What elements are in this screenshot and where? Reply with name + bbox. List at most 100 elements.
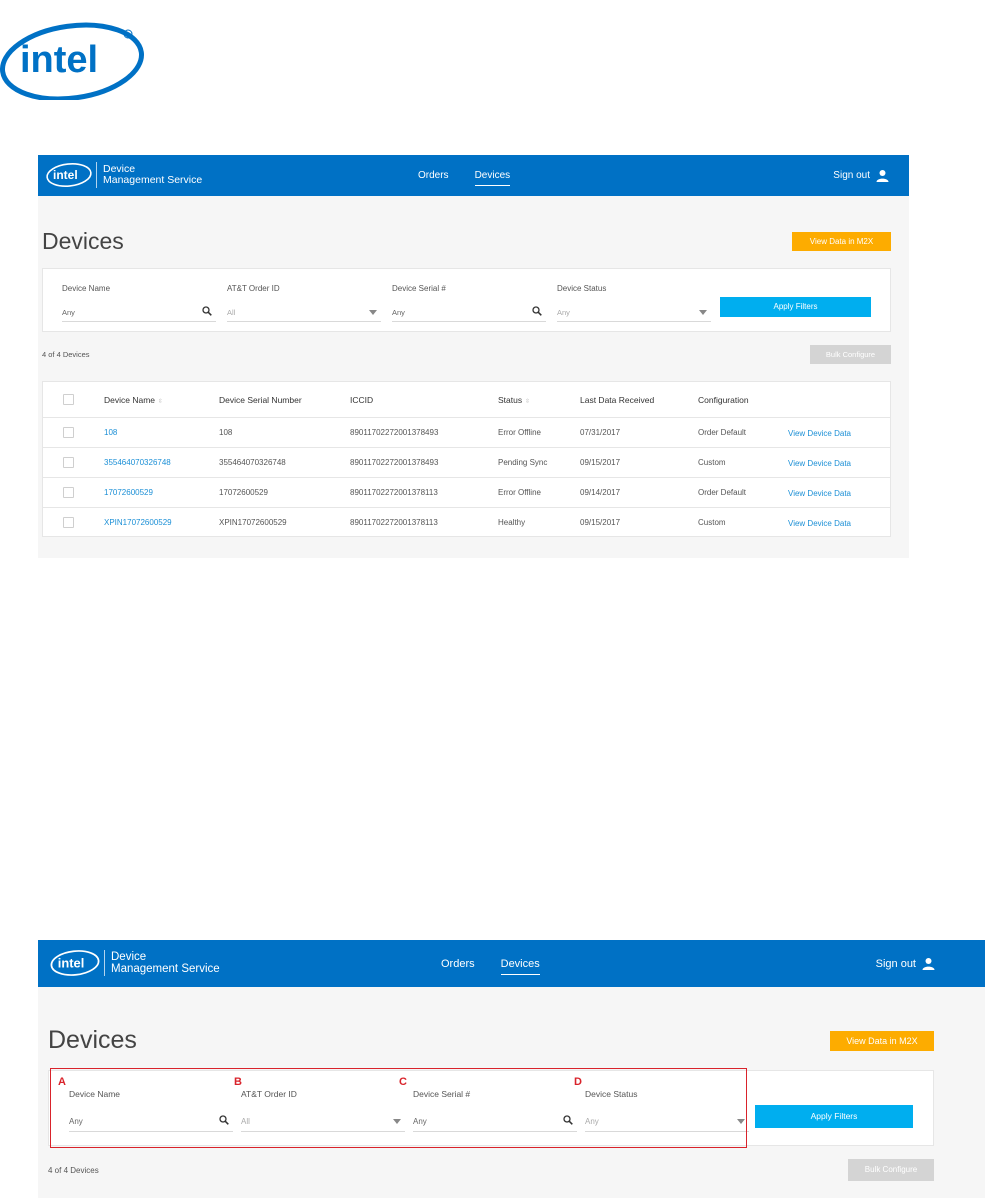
device-name-link[interactable]: XPIN17072600529 bbox=[104, 518, 172, 527]
user-icon bbox=[922, 958, 935, 970]
row-checkbox[interactable] bbox=[63, 457, 74, 468]
intel-small-logo: intel bbox=[46, 163, 92, 187]
filter-serial[interactable]: Device Serial # Any bbox=[392, 284, 546, 322]
filter-status[interactable]: Device Status Any bbox=[557, 284, 711, 322]
intel-small-logo: intel bbox=[50, 950, 100, 976]
col-header-last-data: Last Data Received bbox=[580, 395, 655, 405]
filter-device-name[interactable]: Device Name Any bbox=[62, 284, 216, 322]
filter-value: Any bbox=[557, 308, 570, 317]
main-nav: Orders Devices bbox=[418, 155, 536, 196]
view-device-data-link[interactable]: View Device Data bbox=[788, 489, 851, 498]
annotation-letter-c: C bbox=[399, 1076, 407, 1088]
device-count: 4 of 4 Devices bbox=[48, 1166, 99, 1175]
nav-orders[interactable]: Orders bbox=[441, 958, 475, 970]
app-name-line1: Device bbox=[111, 951, 147, 963]
search-icon[interactable] bbox=[202, 306, 212, 316]
app-view-full: intel Device Management Service Orders D… bbox=[38, 155, 909, 558]
device-last-data: 09/15/2017 bbox=[580, 518, 621, 527]
svg-text:intel: intel bbox=[58, 955, 85, 970]
filter-label: Device Serial # bbox=[392, 284, 446, 293]
page-title: Devices bbox=[42, 228, 124, 254]
brand-divider bbox=[96, 162, 97, 188]
main-nav: Orders Devices bbox=[441, 940, 566, 987]
svg-text:intel: intel bbox=[53, 168, 78, 182]
app-name-line2: Management Service bbox=[111, 963, 220, 975]
device-configuration: Order Default bbox=[698, 488, 747, 497]
device-name-link[interactable]: 17072600529 bbox=[104, 488, 153, 497]
device-iccid: 89011702272001378493 bbox=[350, 428, 439, 437]
device-count: 4 of 4 Devices bbox=[42, 350, 90, 359]
device-iccid: 89011702272001378113 bbox=[350, 518, 438, 527]
app-name: Device Management Service bbox=[111, 951, 220, 975]
sort-icon[interactable]: ⇳ bbox=[525, 399, 530, 405]
app-view-annotated: intel Device Management Service Orders D… bbox=[38, 940, 985, 1198]
device-last-data: 07/31/2017 bbox=[580, 428, 621, 437]
filter-value: Any bbox=[392, 308, 405, 317]
bulk-configure-button[interactable]: Bulk Configure bbox=[810, 345, 891, 364]
filter-order-id[interactable]: AT&T Order ID All bbox=[227, 284, 381, 322]
sign-out-button[interactable]: Sign out bbox=[876, 940, 935, 987]
row-checkbox[interactable] bbox=[63, 427, 74, 438]
top-bar: intel Device Management Service Orders D… bbox=[38, 940, 985, 987]
nav-devices[interactable]: Devices bbox=[474, 170, 510, 186]
annotation-letter-a: A bbox=[58, 1076, 66, 1088]
brand[interactable]: intel Device Management Service bbox=[49, 949, 220, 977]
chevron-down-icon[interactable] bbox=[369, 310, 377, 315]
device-configuration: Order Default bbox=[698, 428, 747, 437]
sort-icon[interactable]: ⇳ bbox=[158, 399, 163, 405]
device-status: Error Offline bbox=[498, 428, 541, 437]
nav-devices[interactable]: Devices bbox=[500, 958, 540, 975]
table-row: 17072600529 17072600529 8901170227200137… bbox=[43, 477, 890, 507]
device-status: Error Offline bbox=[498, 488, 541, 497]
col-header-status[interactable]: Status ⇳ bbox=[498, 395, 530, 405]
device-configuration: Custom bbox=[698, 518, 726, 527]
row-checkbox[interactable] bbox=[63, 517, 74, 528]
apply-filters-button[interactable]: Apply Filters bbox=[720, 297, 871, 317]
col-header-configuration: Configuration bbox=[698, 395, 749, 405]
bulk-configure-button[interactable]: Bulk Configure bbox=[848, 1159, 934, 1181]
filter-label: Device Status bbox=[557, 284, 607, 293]
brand[interactable]: intel Device Management Service bbox=[45, 162, 202, 188]
apply-filters-button[interactable]: Apply Filters bbox=[755, 1105, 913, 1128]
filter-value: Any bbox=[62, 308, 75, 317]
sign-out-button[interactable]: Sign out bbox=[833, 155, 889, 196]
nav-orders[interactable]: Orders bbox=[418, 170, 449, 181]
svg-text:intel: intel bbox=[20, 39, 98, 81]
search-icon[interactable] bbox=[532, 306, 542, 316]
filter-value: All bbox=[227, 308, 236, 317]
device-serial: 108 bbox=[219, 428, 233, 437]
sign-out-label: Sign out bbox=[875, 957, 916, 970]
view-device-data-link[interactable]: View Device Data bbox=[788, 429, 851, 438]
device-status: Healthy bbox=[498, 518, 526, 527]
view-device-data-link[interactable]: View Device Data bbox=[788, 519, 851, 528]
annotation-letter-d: D bbox=[574, 1076, 582, 1088]
view-m2x-button[interactable]: View Data in M2X bbox=[792, 232, 891, 251]
device-configuration: Custom bbox=[698, 458, 726, 467]
col-header-device-name[interactable]: Device Name ⇳ bbox=[104, 395, 163, 405]
device-name-link[interactable]: 355464070326748 bbox=[104, 458, 171, 467]
device-serial: XPIN17072600529 bbox=[219, 518, 287, 527]
sign-out-label: Sign out bbox=[833, 170, 870, 181]
col-header-iccid: ICCID bbox=[350, 395, 374, 405]
view-m2x-button[interactable]: View Data in M2X bbox=[830, 1031, 934, 1051]
view-device-data-link[interactable]: View Device Data bbox=[788, 459, 851, 468]
select-all-checkbox[interactable] bbox=[63, 394, 74, 405]
top-bar: intel Device Management Service Orders D… bbox=[38, 155, 909, 196]
device-name-link[interactable]: 108 bbox=[104, 428, 117, 437]
device-serial: 17072600529 bbox=[219, 488, 268, 497]
device-last-data: 09/14/2017 bbox=[580, 488, 621, 497]
col-header-serial: Device Serial Number bbox=[219, 395, 302, 405]
table-row: 108 108 89011702272001378493 Error Offli… bbox=[43, 417, 890, 447]
table-row: 355464070326748 355464070326748 89011702… bbox=[43, 447, 890, 477]
device-iccid: 89011702272001378493 bbox=[350, 458, 439, 467]
device-status: Pending Sync bbox=[498, 458, 548, 467]
page-title: Devices bbox=[48, 1026, 137, 1054]
chevron-down-icon[interactable] bbox=[699, 310, 707, 315]
user-icon bbox=[876, 170, 889, 182]
device-iccid: 89011702272001378113 bbox=[350, 488, 438, 497]
device-serial: 355464070326748 bbox=[219, 458, 286, 467]
annotation-letter-b: B bbox=[234, 1076, 242, 1088]
table-row: XPIN17072600529 XPIN17072600529 89011702… bbox=[43, 507, 890, 537]
app-name-line2: Management Service bbox=[103, 174, 203, 186]
row-checkbox[interactable] bbox=[63, 487, 74, 498]
